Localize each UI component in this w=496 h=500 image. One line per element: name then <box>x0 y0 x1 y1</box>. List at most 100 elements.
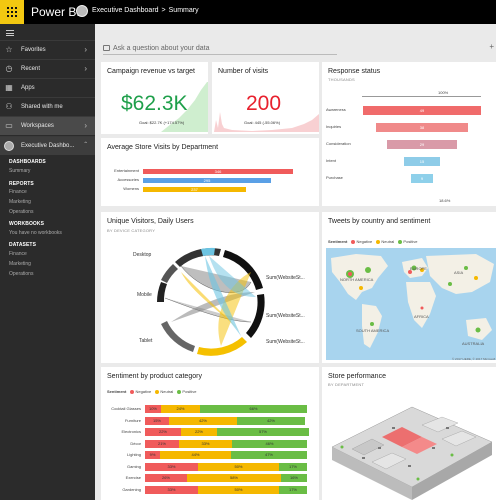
section-datasets-heading: DATASETS <box>9 242 37 248</box>
section-dashboards-heading: DASHBOARDS <box>9 159 46 165</box>
negative-dot-icon <box>130 389 135 394</box>
tile-campaign-revenue[interactable]: Campaign revenue vs target $62.3K Goal: … <box>101 62 208 134</box>
stacked-segment[interactable]: 33% <box>179 439 232 448</box>
add-tile-icon[interactable]: + <box>489 42 494 51</box>
kpi-value: 200 <box>246 92 282 115</box>
category-label: Cocktail Glasses <box>111 406 141 411</box>
tile-store-performance[interactable]: Store performance BY DEPARTMENT <box>322 367 496 500</box>
bar[interactable]: 295 <box>143 178 271 183</box>
breadcrumb-page[interactable]: Summary <box>169 7 199 14</box>
legend-neutral: Neutral <box>381 239 395 244</box>
region-south-america: SOUTH AMERICA <box>356 328 390 333</box>
stacked-segment[interactable]: 44% <box>160 451 231 459</box>
positive-dot-icon <box>398 239 403 244</box>
legend-negative: Negative <box>135 389 152 394</box>
category-label: Gaming <box>126 463 141 469</box>
store-floorplan <box>331 406 493 500</box>
stacked-segment[interactable]: 16% <box>281 474 307 482</box>
stacked-segment[interactable]: 50% <box>198 462 279 471</box>
stacked-segment[interactable]: 10% <box>145 405 161 413</box>
sidebar-link-dataset-operations[interactable]: Operations <box>9 271 33 277</box>
app-launcher-icon[interactable] <box>0 0 24 24</box>
positive-dot-icon <box>177 389 182 394</box>
qna-bar[interactable]: Ask a question about your data + <box>97 40 496 58</box>
hamburger-menu-icon[interactable] <box>6 30 14 36</box>
tile-tweets-map[interactable]: Tweets by country and sentiment Sentimen… <box>322 212 496 363</box>
sidebar-link-report-marketing[interactable]: Marketing <box>9 199 31 205</box>
sidebar-item-label: Apps <box>21 85 35 91</box>
bar[interactable]: 237 <box>143 187 246 192</box>
region-asia: ASIA <box>454 270 464 275</box>
sidebar-item-executive-dashboard[interactable]: Executive Dashbo... ˆ <box>0 136 95 155</box>
top-bar: Power BI Executive Dashboard > Summary <box>0 0 496 24</box>
tile-sentiment-category[interactable]: Sentiment by product category Sentiment … <box>101 367 319 500</box>
brand-name[interactable]: Power BI <box>31 5 80 19</box>
tile-response-status[interactable]: Response status THOUSANDS 100% Awareness… <box>322 62 496 206</box>
kpi-goal: Goal: $22.7K (+174.57%) <box>139 120 185 125</box>
sidebar-item-recent[interactable]: ◷ Recent › <box>0 59 95 78</box>
stacked-segment[interactable]: 46% <box>232 439 307 448</box>
funnel-bar[interactable]: 49 <box>363 106 481 115</box>
funnel-bar[interactable]: 9 <box>411 174 433 183</box>
sidebar-item-apps[interactable]: ▦ Apps <box>0 78 95 97</box>
workbooks-empty-text: You have no workbooks <box>9 230 62 236</box>
chevron-right-icon: › <box>84 121 87 130</box>
stacked-segment[interactable]: 57% <box>217 428 309 436</box>
funnel-stage-label: Inquiries <box>326 124 342 129</box>
sidebar-item-label: Favorites <box>21 47 46 53</box>
stacked-segment[interactable]: 58% <box>187 474 281 482</box>
sidebar: ☆ Favorites › ◷ Recent › ▦ Apps ⚇ Shared… <box>0 24 95 500</box>
funnel-top-line <box>362 96 481 97</box>
stacked-segment[interactable]: 9% <box>145 451 160 459</box>
stacked-segment[interactable]: 17% <box>279 485 307 494</box>
person-icon: ⚇ <box>5 102 13 111</box>
stacked-segment[interactable]: 33% <box>145 462 198 471</box>
funnel-bar[interactable]: 15 <box>404 157 440 166</box>
stacked-segment[interactable]: 22% <box>145 428 181 436</box>
bar-category-label: Accessories <box>117 177 139 182</box>
sidebar-link-dataset-marketing[interactable]: Marketing <box>9 261 31 267</box>
stacked-segment[interactable]: 15% <box>145 416 169 425</box>
breadcrumb-separator: > <box>161 7 166 14</box>
sidebar-link-report-operations[interactable]: Operations <box>9 209 33 215</box>
stacked-segment[interactable]: 22% <box>181 428 217 436</box>
negative-dot-icon <box>351 239 356 244</box>
sentiment-legend: Sentiment Negative Neutral Positive <box>328 239 417 244</box>
qna-underline <box>103 54 337 55</box>
funnel-bar[interactable]: 29 <box>387 140 457 149</box>
stacked-segment[interactable]: 33% <box>145 485 198 494</box>
funnel-bar[interactable]: 38 <box>376 123 468 132</box>
qna-input[interactable]: Ask a question about your data <box>113 45 210 52</box>
tile-number-of-visits[interactable]: Number of visits 200 Goal: 445 (-55.06%) <box>212 62 319 134</box>
apps-icon: ▦ <box>5 83 13 92</box>
legend-positive: Positive <box>182 389 197 394</box>
category-label: Furniture <box>124 417 141 423</box>
stacked-segment[interactable]: 26% <box>145 474 187 482</box>
sidebar-link-dataset-finance[interactable]: Finance <box>9 251 27 257</box>
chevron-up-icon: ˆ <box>84 141 87 150</box>
tile-title: Average Store Visits by Department <box>107 144 219 151</box>
stacked-segment[interactable]: 21% <box>145 439 179 448</box>
bar[interactable]: 346 <box>143 169 293 174</box>
stacked-segment[interactable]: 47% <box>231 451 307 459</box>
stacked-segment[interactable]: 66% <box>200 405 307 413</box>
sidebar-link-report-finance[interactable]: Finance <box>9 189 27 195</box>
tile-store-visits[interactable]: Average Store Visits by Department Enter… <box>101 138 319 206</box>
stacked-segment[interactable]: 24% <box>161 405 200 413</box>
tile-unique-visitors[interactable]: Unique Visitors, Daily Users BY DEVICE C… <box>101 212 319 363</box>
neutral-dot-icon <box>376 239 381 244</box>
sidebar-link-summary[interactable]: Summary <box>9 168 30 174</box>
sidebar-item-favorites[interactable]: ☆ Favorites › <box>0 40 95 59</box>
stacked-segment[interactable]: 42% <box>169 416 237 425</box>
label-sum-1: Sum(WebsiteSt... <box>266 275 305 281</box>
breadcrumb-workspace[interactable]: Executive Dashboard <box>92 7 159 14</box>
tile-title: Response status <box>328 68 381 75</box>
sidebar-item-label: Shared with me <box>21 104 63 110</box>
stacked-segment[interactable]: 50% <box>198 485 279 494</box>
stacked-segment[interactable]: 42% <box>237 416 305 425</box>
tile-title: Store performance <box>328 373 386 380</box>
stacked-segment[interactable]: 17% <box>279 462 307 471</box>
sidebar-item-shared[interactable]: ⚇ Shared with me <box>0 97 95 116</box>
sidebar-item-workspaces[interactable]: ▭ Workspaces › <box>0 116 95 135</box>
section-workbooks-heading: WORKBOOKS <box>9 221 45 227</box>
